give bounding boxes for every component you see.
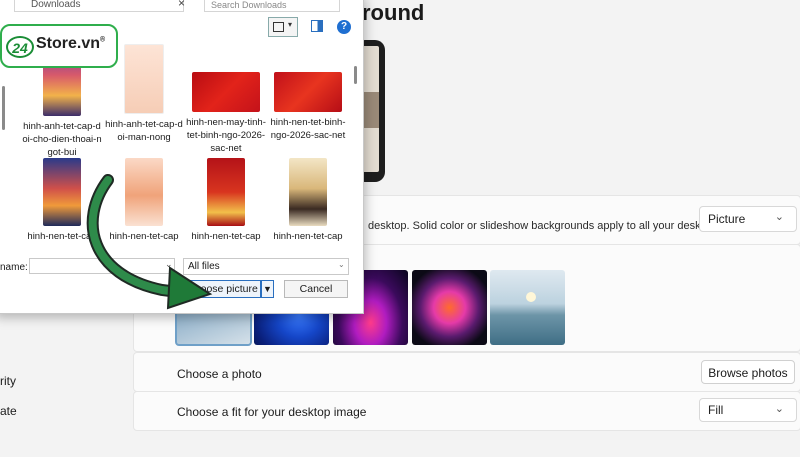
filename-label: name: — [0, 262, 28, 273]
file-name: hinh-anh-tet-cap-doi-man-nong — [105, 119, 183, 143]
background-description: desktop. Solid color or slideshow backgr… — [368, 220, 725, 232]
logo-name: Store.vn — [36, 35, 101, 52]
address-bar[interactable]: Downloads — [14, 0, 184, 12]
recent-image-thumbnail[interactable] — [490, 270, 565, 345]
chevron-down-icon: ⌄ — [338, 260, 345, 269]
logo-text: Store.vn® — [36, 35, 105, 53]
change-view-button[interactable]: ▾ — [268, 17, 298, 37]
annotation-arrow-icon — [86, 174, 213, 310]
chevron-down-icon: ▾ — [288, 20, 293, 29]
chevron-down-icon: ⌄ — [774, 403, 784, 415]
file-thumbnail — [124, 44, 164, 114]
chevron-down-icon: ⌄ — [774, 211, 784, 223]
scrollbar-thumb[interactable] — [354, 66, 357, 84]
fit-dropdown[interactable]: Fill ⌄ — [699, 398, 797, 422]
file-name: hinh-nen-tet-cap — [273, 231, 343, 242]
nav-item-privacy-security[interactable]: rity — [0, 374, 16, 388]
background-type-value: Picture — [708, 212, 746, 226]
file-item[interactable]: hinh-nen-tet-cap — [268, 158, 348, 243]
choose-photo-label: Choose a photo — [177, 367, 262, 381]
search-input[interactable]: Search Downloads — [204, 0, 340, 12]
nav-item-windows-update[interactable]: ate — [0, 404, 17, 418]
close-icon[interactable]: × — [178, 0, 185, 10]
logo-registered-mark: ® — [100, 36, 106, 44]
view-icon — [273, 22, 284, 32]
file-item[interactable]: hinh-nen-may-tinh-tet-binh-ngo-2026-sac-… — [186, 72, 266, 155]
browse-photos-button[interactable]: Browse photos — [701, 360, 795, 384]
logo-badge: 24 — [6, 36, 34, 58]
nav-pane-scrollbar[interactable] — [2, 86, 5, 130]
preview-pane-icon[interactable] — [311, 20, 323, 32]
page-title: round — [362, 0, 425, 25]
help-icon[interactable]: ? — [337, 20, 351, 34]
file-name: hinh-nen-tet-binh-ngo-2026-sac-net — [270, 117, 346, 141]
file-item[interactable]: hinh-nen-tet-binh-ngo-2026-sac-net — [268, 72, 348, 142]
file-thumbnail — [192, 72, 260, 112]
recent-image-thumbnail[interactable] — [412, 270, 487, 345]
background-type-dropdown[interactable]: Picture ⌄ — [699, 206, 797, 232]
file-thumbnail — [289, 158, 327, 226]
fit-value: Fill — [708, 403, 724, 417]
file-thumbnail — [274, 72, 342, 112]
fit-label: Choose a fit for your desktop image — [177, 405, 367, 419]
cancel-button[interactable]: Cancel — [284, 280, 348, 298]
